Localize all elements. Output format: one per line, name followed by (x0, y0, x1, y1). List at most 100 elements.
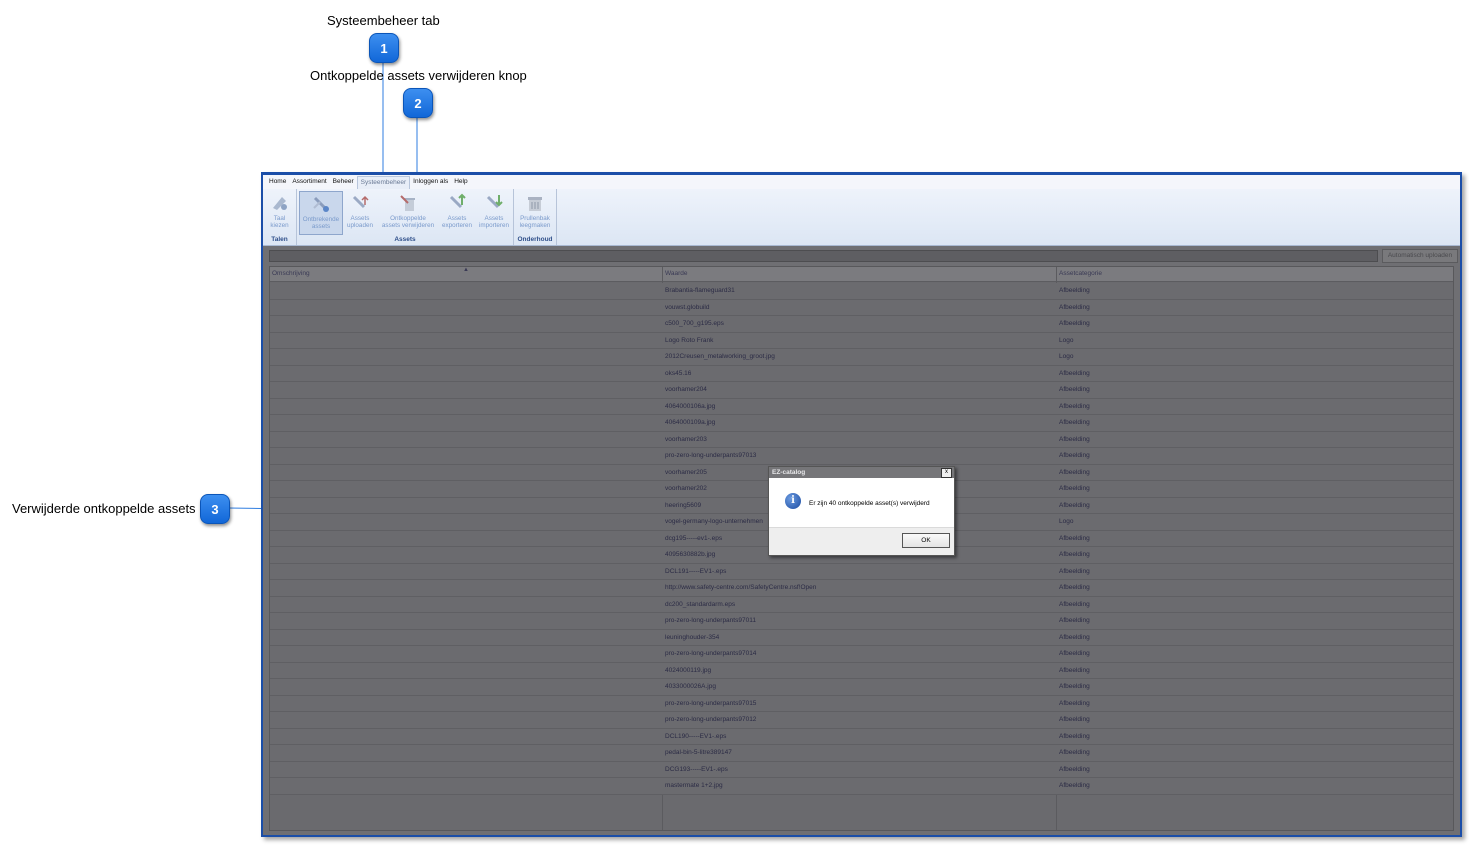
cell-waarde: pro-zero-long-underpants97015 (665, 699, 757, 707)
callout-badge-2: 2 (403, 88, 433, 118)
cell-assetcategorie: Afbeelding (1059, 534, 1090, 542)
recycle-bin-icon (528, 197, 542, 211)
dialog-footer: OK (769, 527, 954, 555)
upload-icon (352, 195, 369, 209)
callout-label-3: Verwijderde ontkoppelde assets (12, 501, 196, 516)
cell-assetcategorie: Afbeelding (1059, 485, 1090, 492)
table-row[interactable]: DCL191-----EV1-.eps Afbeelding (270, 563, 1453, 580)
ontkoppelde-assets-verwijderen-button[interactable]: Ontkoppelde assets verwijderen (378, 191, 438, 233)
language-icon (272, 197, 287, 210)
menu-home[interactable]: Home (266, 175, 289, 189)
table-row[interactable]: c500_700_g195.eps Afbeelding (270, 316, 1453, 333)
table-row[interactable]: http://www.safety-centre.com/SafetyCentr… (270, 580, 1453, 597)
table-row[interactable]: leuninghouder-354 Afbeelding (270, 629, 1453, 646)
export-icon (449, 193, 466, 209)
menu-bar: Home Assortiment Beheer Systeembeheer In… (263, 175, 1460, 189)
table-row[interactable]: pro-zero-long-underpants97013 Afbeelding (270, 448, 1453, 465)
table-row[interactable]: 4024000119.jpg Afbeelding (270, 662, 1453, 679)
cell-assetcategorie: Afbeelding (1059, 666, 1090, 674)
prullenbak-leegmaken-button[interactable]: Prullenbak leegmaken (514, 191, 556, 233)
cell-assetcategorie: Afbeelding (1059, 567, 1090, 575)
dialog-close-button[interactable]: x (941, 468, 952, 478)
menu-inloggen-als[interactable]: Inloggen als (410, 175, 451, 189)
table-row[interactable]: voorhamer204 Afbeelding (270, 382, 1453, 399)
column-header-omschrijving[interactable]: Omschrijving (272, 270, 310, 277)
cell-assetcategorie: Afbeelding (1059, 782, 1090, 789)
ontkoppelde-label2: assets verwijderen (381, 222, 435, 229)
table-row[interactable]: DCL190-----EV1-.eps Afbeelding (270, 728, 1453, 745)
progress-bar (269, 250, 1378, 262)
cell-assetcategorie: Afbeelding (1059, 699, 1090, 707)
ribbon: Taal kiezen Talen Ontbrekende assets Ass… (263, 189, 1460, 246)
column-header-assetcategorie[interactable]: Assetcategorie (1059, 270, 1102, 277)
cell-waarde: pro-zero-long-underpants97013 (665, 452, 757, 459)
group-caption-talen: Talen (271, 236, 288, 243)
uploaden-label1: Assets (350, 215, 370, 222)
cell-waarde: http://www.safety-centre.com/SafetyCentr… (665, 584, 817, 591)
table-row[interactable]: vouwst.globuild Afbeelding (270, 299, 1453, 316)
table-row[interactable]: pro-zero-long-underpants97011 Afbeelding (270, 613, 1453, 630)
table-row[interactable]: voorhamer203 Afbeelding (270, 431, 1453, 448)
cell-waarde: dc200_standardarm.eps (665, 600, 736, 608)
column-header-waarde[interactable]: Waarde (665, 270, 688, 277)
table-row[interactable]: DCG193-----EV1-.eps Afbeelding (270, 761, 1453, 778)
trash-delete-icon (400, 195, 415, 211)
message-dialog: EZ-catalog x i Er zijn 40 ontkoppelde as… (768, 466, 955, 556)
table-row[interactable]: 4064000106a.jpg Afbeelding (270, 398, 1453, 415)
cell-waarde: voorhamer205 (665, 468, 707, 476)
ontbrekende-assets-button[interactable]: Ontbrekende assets (299, 191, 343, 235)
cell-assetcategorie: Afbeelding (1059, 683, 1090, 690)
exporteren-label1: Assets (447, 215, 467, 222)
table-row[interactable]: pedal-bin-5-litre389147 Afbeelding (270, 745, 1453, 762)
assets-importeren-button[interactable]: Assets importeren (476, 191, 512, 233)
cell-assetcategorie: Afbeelding (1059, 633, 1090, 641)
cell-waarde: vogel-germany-logo-unternehmen (665, 518, 763, 525)
uploaden-label2: uploaden (347, 222, 373, 229)
table-row[interactable]: 4064000109a.jpg Afbeelding (270, 415, 1453, 432)
table-row[interactable]: oks45.16 Afbeelding (270, 365, 1453, 382)
table-row[interactable]: Logo Roto Frank Logo (270, 332, 1453, 349)
cell-assetcategorie: Afbeelding (1059, 303, 1090, 311)
cell-assetcategorie: Afbeelding (1059, 600, 1090, 608)
group-caption-assets: Assets (394, 236, 416, 243)
cell-assetcategorie: Afbeelding (1059, 650, 1090, 657)
ontkoppelde-label1: Ontkoppelde (390, 215, 426, 222)
taal-kiezen-button[interactable]: Taal kiezen (263, 191, 296, 233)
ontbrekende-label2: assets (311, 223, 331, 230)
prullenbak-label2: leegmaken (519, 222, 551, 229)
cell-waarde: DCL190-----EV1-.eps (665, 732, 727, 740)
automatisch-uploaden-button[interactable]: Automatisch uploaden (1382, 249, 1458, 263)
cell-assetcategorie: Afbeelding (1059, 551, 1090, 558)
cell-assetcategorie: Afbeelding (1059, 287, 1090, 294)
cell-assetcategorie: Afbeelding (1059, 765, 1090, 773)
cell-assetcategorie: Afbeelding (1059, 452, 1090, 459)
cell-waarde: pedal-bin-5-litre389147 (665, 749, 732, 756)
assets-uploaden-button[interactable]: Assets uploaden (342, 191, 378, 233)
sort-arrow-icon: ▲ (463, 267, 469, 273)
table-row[interactable]: 2012Creusen_metalworking_groot.jpg Logo (270, 349, 1453, 366)
table-row[interactable]: mastermate 1+2.jpg Afbeelding (270, 778, 1453, 795)
cell-waarde: DCG193-----EV1-.eps (665, 765, 728, 773)
table-row[interactable]: pro-zero-long-underpants97015 Afbeelding (270, 695, 1453, 712)
dialog-message: Er zijn 40 ontkoppelde asset(s) verwijde… (809, 500, 930, 507)
assets-exporteren-button[interactable]: Assets exporteren (438, 191, 476, 233)
tab-systeembeheer[interactable]: Systeembeheer (356, 175, 411, 189)
table-row[interactable]: dc200_standardarm.eps Afbeelding (270, 596, 1453, 613)
ok-button[interactable]: OK (902, 533, 950, 548)
table-row[interactable]: 4033000026A.jpg Afbeelding (270, 679, 1453, 696)
cell-waarde: Logo Roto Frank (665, 336, 714, 344)
cell-waarde: c500_700_g195.eps (665, 320, 724, 327)
cell-assetcategorie: Afbeelding (1059, 369, 1090, 377)
ribbon-group-assets: Ontbrekende assets Assets uploaden Ontko… (297, 189, 514, 245)
cell-waarde: pro-zero-long-underpants97011 (665, 617, 756, 624)
menu-beheer[interactable]: Beheer (330, 175, 357, 189)
table-row[interactable]: pro-zero-long-underpants97012 Afbeelding (270, 712, 1453, 729)
cell-assetcategorie: Afbeelding (1059, 320, 1090, 327)
table-row[interactable]: Brabantia-flameguard31 Afbeelding (270, 283, 1453, 300)
table-row[interactable]: pro-zero-long-underpants97014 Afbeelding (270, 646, 1453, 663)
cell-assetcategorie: Afbeelding (1059, 402, 1090, 410)
cell-waarde: 4064000106a.jpg (665, 402, 716, 410)
menu-help[interactable]: Help (451, 175, 470, 189)
cell-waarde: 4033000026A.jpg (665, 683, 716, 690)
menu-assortiment[interactable]: Assortiment (289, 175, 329, 189)
